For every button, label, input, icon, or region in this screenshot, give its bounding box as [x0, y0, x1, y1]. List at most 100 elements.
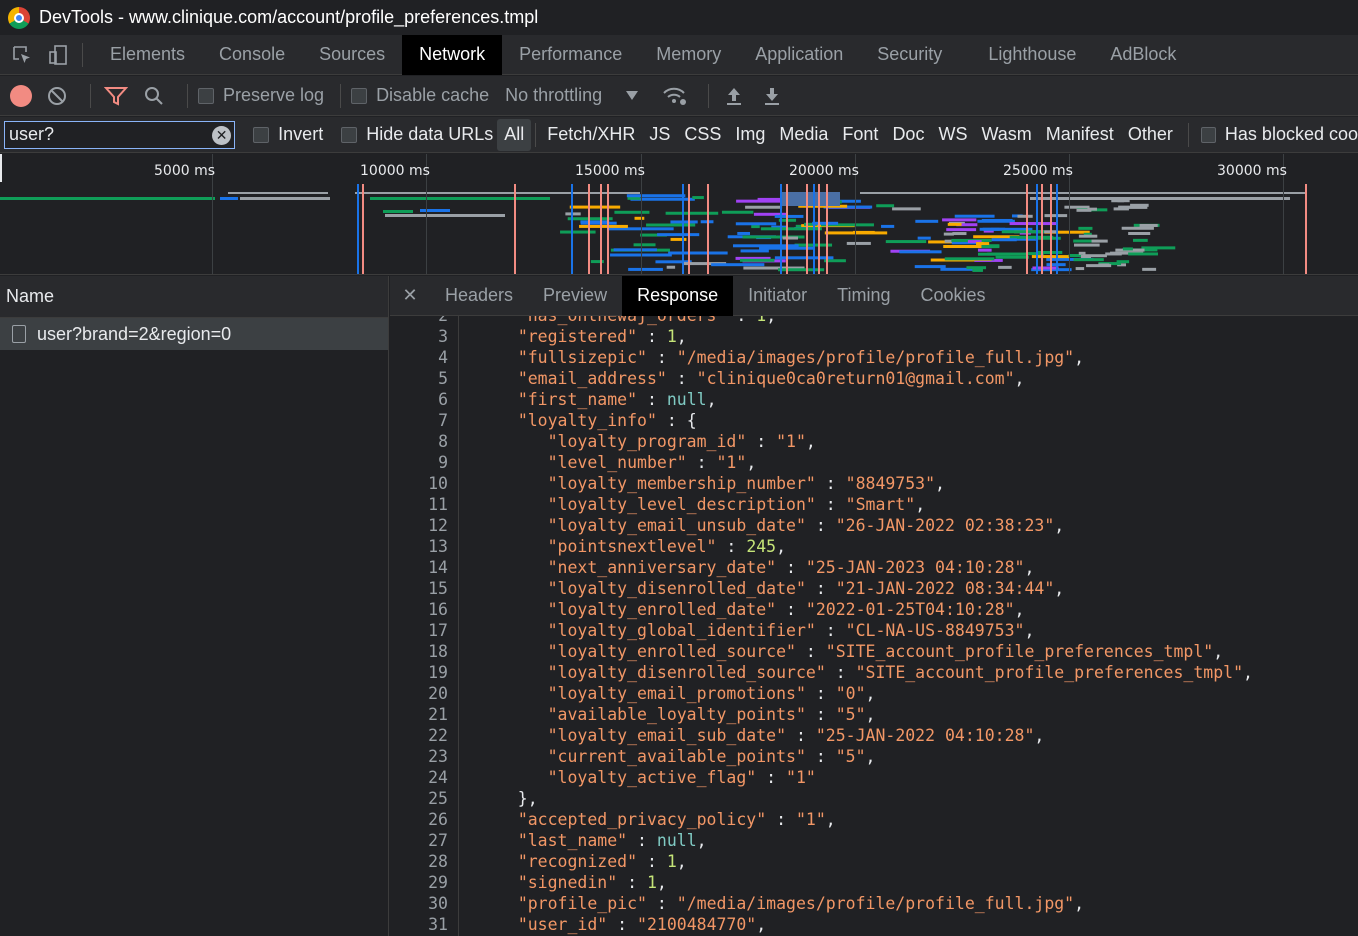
filter-type-img[interactable]: Img: [728, 119, 772, 151]
overview-bar: [1073, 243, 1100, 247]
filter-type-fetchxhr[interactable]: Fetch/XHR: [540, 119, 642, 151]
tab-application[interactable]: Application: [738, 35, 860, 75]
detail-tab-cookies[interactable]: Cookies: [906, 276, 1001, 316]
detail-tab-headers[interactable]: Headers: [430, 276, 528, 316]
overview-bar: [565, 212, 581, 216]
filter-type-media[interactable]: Media: [772, 119, 835, 151]
filter-type-ws[interactable]: WS: [931, 119, 974, 151]
network-conditions-icon[interactable]: [660, 81, 690, 111]
tab-memory[interactable]: Memory: [639, 35, 738, 75]
code-line: 16 "loyalty_enrolled_date" : "2022-01-25…: [390, 599, 1358, 620]
code-line: 31 "user_id" : "2100484770",: [390, 914, 1358, 935]
line-number: 10: [428, 474, 448, 493]
detail-tab-response[interactable]: Response: [622, 275, 734, 316]
tab-network[interactable]: Network: [402, 34, 503, 75]
overview-bar: [1132, 238, 1148, 242]
line-source: "pointsnextlevel" : 245,: [547, 537, 787, 556]
detail-tab-preview[interactable]: Preview: [528, 276, 622, 316]
filter-input[interactable]: user? ✕: [4, 120, 236, 149]
throttling-select[interactable]: No throttling: [505, 85, 602, 106]
disable-cache-label: Disable cache: [376, 85, 490, 105]
filter-type-manifest[interactable]: Manifest: [1039, 119, 1121, 151]
inspect-element-icon[interactable]: [8, 41, 36, 69]
overview-bar: [1076, 208, 1092, 212]
hide-data-urls-checkbox[interactable]: [341, 126, 358, 143]
export-har-icon[interactable]: [757, 81, 787, 111]
filter-type-js[interactable]: JS: [642, 119, 677, 151]
line-source: "loyalty_active_flag" : "1": [547, 768, 816, 787]
code-line: 2 "has_onthewaj_orders" : 1,: [390, 316, 1358, 326]
overview-bar: [954, 214, 995, 218]
code-line: 4 "fullsizepic" : "/media/images/profile…: [390, 347, 1358, 368]
overview-bar: [952, 232, 967, 236]
overview-bar: [732, 244, 799, 248]
disable-cache-checkbox[interactable]: [351, 87, 368, 104]
filter-type-wasm[interactable]: Wasm: [974, 119, 1038, 151]
overview-bar: [668, 251, 728, 255]
tab-elements[interactable]: Elements: [93, 35, 202, 75]
tab-lighthouse[interactable]: Lighthouse: [971, 35, 1093, 75]
tab-adblock[interactable]: AdBlock: [1093, 35, 1193, 75]
import-har-icon[interactable]: [719, 81, 749, 111]
record-button[interactable]: [10, 84, 32, 107]
line-source: },: [488, 789, 538, 808]
overview-event-line: [1036, 184, 1038, 274]
overview-bar: [160, 197, 215, 200]
overview-bar: [892, 207, 921, 211]
filter-icon[interactable]: [101, 81, 131, 111]
filter-type-other[interactable]: Other: [1121, 119, 1180, 151]
overview-event-line: [571, 184, 573, 274]
detail-tab-timing[interactable]: Timing: [822, 276, 905, 316]
code-line: 14 "next_anniversary_date" : "25-JAN-202…: [390, 557, 1358, 578]
has-blocked-cookies-checkbox[interactable]: [1200, 126, 1216, 143]
search-icon[interactable]: [139, 81, 169, 111]
overview-bar: [567, 217, 613, 221]
request-row[interactable]: user?brand=2&region=0: [0, 318, 388, 350]
close-detail-icon[interactable]: ✕: [390, 285, 430, 306]
overview-bar: [782, 236, 799, 240]
clear-icon[interactable]: [42, 81, 72, 111]
overview-bar: [860, 192, 1305, 194]
line-source: "loyalty_enrolled_source" : "SITE_accoun…: [547, 642, 1224, 661]
line-source: "signedin" : 1,: [517, 873, 667, 892]
tab-performance[interactable]: Performance: [502, 35, 639, 75]
code-line: 24 "loyalty_active_flag" : "1": [390, 767, 1358, 788]
filter-type-all[interactable]: All: [497, 118, 532, 151]
line-number: 22: [428, 726, 448, 745]
line-source: "registered" : 1,: [517, 327, 687, 346]
overview-bar: [739, 258, 775, 262]
filter-type-css[interactable]: CSS: [677, 119, 728, 151]
overview-event-line: [1026, 184, 1028, 274]
overview-tick-label: 25000 ms: [1003, 163, 1073, 179]
overview-bar: [899, 250, 942, 254]
line-source: "recognized" : 1,: [517, 852, 687, 871]
line-source: "has_onthewaj_orders" : 1,: [448, 316, 776, 326]
overview-cursor: [0, 154, 2, 182]
filter-type-font[interactable]: Font: [835, 119, 885, 151]
overview-bar: [1105, 252, 1122, 256]
tab-console[interactable]: Console: [202, 35, 302, 75]
overview-bar: [626, 194, 686, 198]
overview-event-line: [1050, 184, 1052, 274]
line-source: "first_name" : null,: [517, 390, 717, 409]
dropdown-arrow-icon[interactable]: [626, 85, 639, 106]
filter-type-doc[interactable]: Doc: [885, 119, 931, 151]
overview-bar: [1128, 252, 1159, 256]
overview-bar: [995, 255, 1029, 259]
overview-bar: [946, 228, 977, 232]
tab-security[interactable]: Security: [860, 35, 959, 75]
name-column-header[interactable]: Name: [0, 276, 388, 318]
tab-sources[interactable]: Sources: [302, 35, 402, 75]
invert-checkbox[interactable]: [253, 126, 270, 143]
clear-filter-icon[interactable]: ✕: [212, 125, 232, 145]
code-line: 23 "current_available_points" : "5",: [390, 746, 1358, 767]
device-toolbar-icon[interactable]: [44, 41, 72, 69]
network-overview-timeline[interactable]: 5000 ms 10000 ms 15000 ms 20000 ms 25000 ms 3…: [0, 154, 1358, 275]
preserve-log-checkbox[interactable]: [198, 87, 214, 104]
overview-bar: [628, 267, 663, 271]
overview-tick-label: 10000 ms: [360, 163, 430, 179]
response-body[interactable]: 2 "has_onthewaj_orders" : 1,3 "registere…: [390, 316, 1358, 936]
detail-tab-initiator[interactable]: Initiator: [733, 276, 822, 316]
overview-bar: [692, 196, 704, 200]
overview-bar: [977, 248, 992, 252]
